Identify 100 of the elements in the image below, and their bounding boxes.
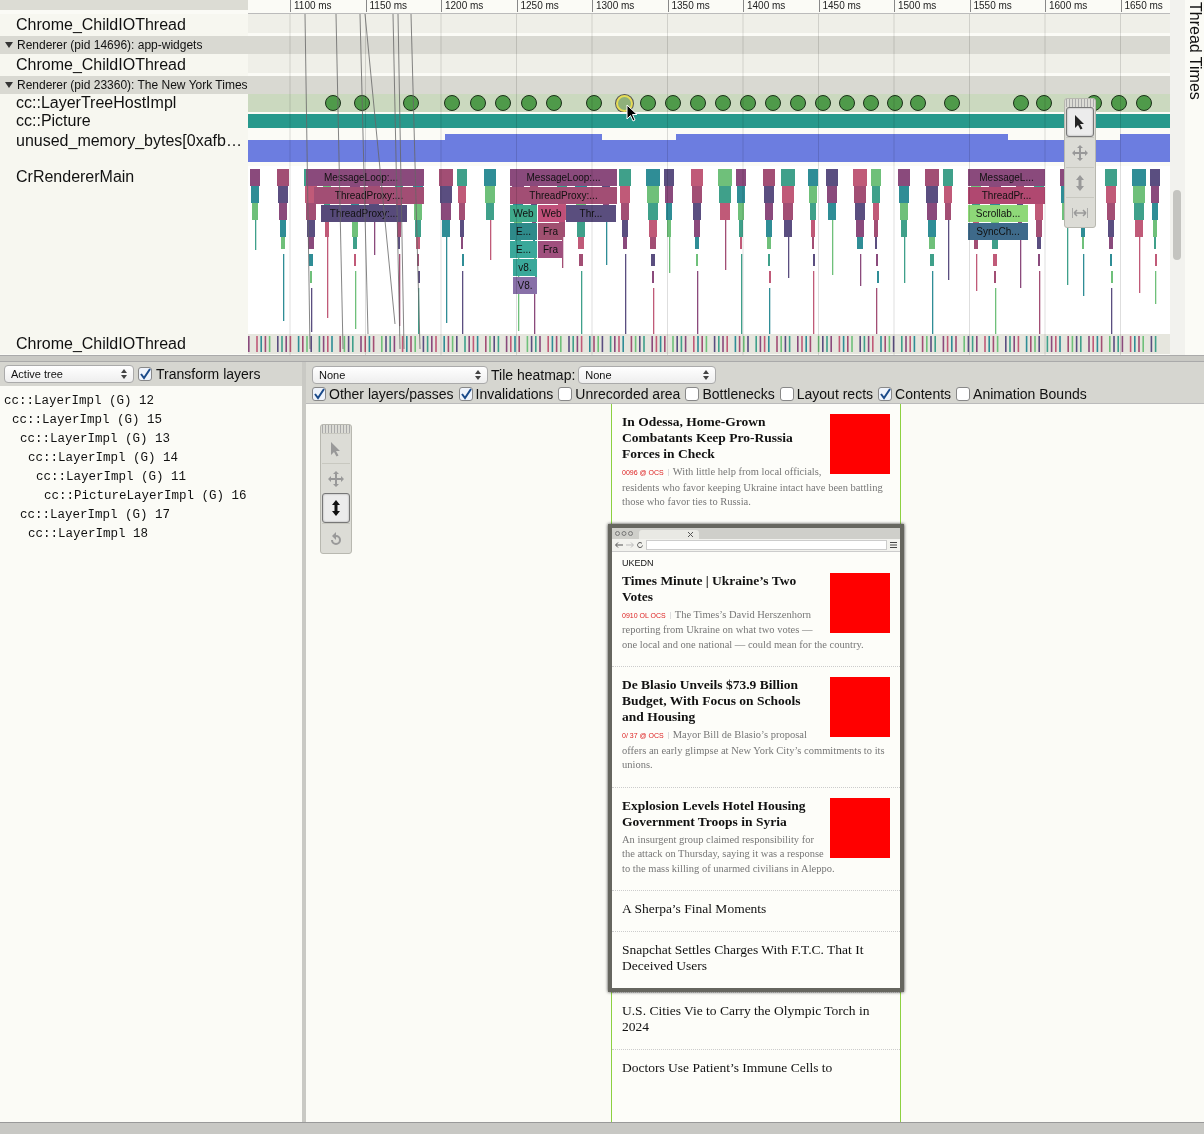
checkbox[interactable]: [312, 386, 326, 401]
event-marker[interactable]: [910, 95, 926, 111]
trace-slice[interactable]: E...: [510, 241, 537, 258]
layer-tree-item[interactable]: cc::LayerImpl (G) 13: [20, 432, 171, 446]
trace-slice[interactable]: V8.: [513, 277, 537, 294]
story-headline[interactable]: U.S. Cities Vie to Carry the Olympic Torch in 2024: [622, 1003, 890, 1035]
checkbox[interactable]: [956, 386, 971, 401]
event-marker[interactable]: [546, 95, 562, 111]
close-icon[interactable]: [688, 531, 693, 537]
track-label: Chrome_ChildIOThread: [16, 16, 186, 34]
story-headline[interactable]: Doctors Use Patient’s Immune Cells to: [622, 1060, 890, 1076]
track-label: cc::LayerTreeHostImpl: [16, 94, 177, 112]
expand-triangle-icon[interactable]: [5, 81, 13, 89]
tick-label: 1200 ms: [441, 0, 484, 12]
event-marker[interactable]: [815, 95, 831, 111]
trace-slice[interactable]: ThreadProxy:...: [314, 187, 424, 204]
checkbox-label: Contents: [895, 385, 952, 402]
checkbox-label: Bottlenecks: [702, 385, 775, 402]
layer-tree-item[interactable]: cc::LayerImpl (G) 17: [20, 508, 171, 522]
checkbox[interactable]: [878, 386, 893, 401]
checkbox[interactable]: [558, 386, 573, 401]
trace-slice[interactable]: Scrollab...: [968, 205, 1028, 222]
event-marker[interactable]: [444, 95, 460, 111]
trace-slice[interactable]: ThreadProxy:...: [510, 187, 617, 204]
event-marker[interactable]: [470, 95, 486, 111]
event-marker[interactable]: [715, 95, 731, 111]
layer-tree-item[interactable]: cc::LayerImpl (G) 12: [4, 394, 155, 408]
zoom-tool-button[interactable]: [322, 493, 350, 523]
tick-label: 1300 ms: [592, 0, 635, 12]
event-marker[interactable]: [665, 95, 681, 111]
event-marker[interactable]: [495, 95, 511, 111]
event-marker[interactable]: [521, 95, 537, 111]
menu-icon[interactable]: [890, 541, 897, 548]
tick-label: 1650 ms: [1120, 0, 1163, 12]
checkbox[interactable]: [779, 386, 794, 401]
event-marker[interactable]: [690, 95, 706, 111]
event-marker[interactable]: [586, 95, 602, 111]
event-marker[interactable]: [1036, 95, 1052, 111]
story-headline[interactable]: De Blasio Unveils $73.9 Billion Budget, With Focus on Schools and Housing: [622, 677, 890, 725]
layer-tree-item[interactable]: cc::LayerImpl (G) 15: [12, 413, 163, 427]
side-panel-label[interactable]: Thread Times: [1185, 2, 1204, 100]
event-marker[interactable]: [887, 95, 903, 111]
tree-select[interactable]: Active tree: [4, 365, 134, 383]
heatmap-select[interactable]: None: [578, 365, 717, 384]
palette-grip[interactable]: [1066, 99, 1094, 107]
tick-label: 1600 ms: [1045, 0, 1088, 12]
event-marker[interactable]: [944, 95, 960, 111]
section-label: UKEDN: [621, 557, 654, 569]
palette-grip[interactable]: [322, 425, 350, 433]
tick-label: 1400 ms: [743, 0, 786, 12]
tick-label: 1350 ms: [667, 0, 710, 12]
story-headline[interactable]: In Odessa, Home-Grown Combatants Keep Pro-Russia Forces in Check: [622, 414, 890, 462]
reload-icon[interactable]: [637, 541, 643, 548]
back-icon[interactable]: [615, 541, 623, 548]
move-arrows-icon: [328, 470, 344, 487]
event-marker[interactable]: [1136, 95, 1152, 111]
trace-slice[interactable]: Web: [538, 205, 565, 222]
story-headline[interactable]: A Sherpa’s Final Moments: [622, 901, 890, 917]
checkbox[interactable]: [458, 386, 473, 401]
expand-triangle-icon[interactable]: [5, 41, 13, 49]
overlay-select[interactable]: None: [312, 365, 488, 384]
process-label: Renderer (pid 23360): The New York Times: [17, 78, 248, 92]
checkbox[interactable]: [138, 367, 152, 381]
track-label: Chrome_ChildIOThread: [16, 335, 186, 353]
checkbox-label: Layout rects: [796, 385, 874, 402]
layer-tree-item[interactable]: cc::LayerImpl (G) 14: [28, 451, 179, 465]
horizontal-scrollbar[interactable]: [0, 1122, 1204, 1134]
story-headline[interactable]: Explosion Levels Hotel Housing Government Troops in Syria: [622, 797, 890, 830]
trace-slice[interactable]: Fra: [538, 241, 563, 258]
checkbox-label: Other layers/passes: [329, 385, 454, 402]
event-marker[interactable]: [1111, 95, 1127, 111]
tick-label: 1150 ms: [365, 0, 408, 12]
layer-tree-item[interactable]: cc::PictureLayerImpl (G) 16: [44, 489, 247, 503]
story-headline[interactable]: Snapchat Settles Charges With F.T.C. That It Deceived Users: [622, 942, 890, 974]
event-marker[interactable]: [839, 95, 855, 111]
track-label: unused_memory_bytes[0xafb…: [16, 132, 242, 150]
address-field[interactable]: [646, 539, 887, 550]
layer-tree-item[interactable]: cc::LayerImpl (G) 11: [36, 470, 187, 484]
checkbox[interactable]: [685, 386, 700, 401]
track-label: CrRendererMain: [16, 168, 135, 186]
track-label: Chrome_ChildIOThread: [16, 56, 186, 74]
event-marker[interactable]: [790, 95, 806, 111]
event-marker[interactable]: [740, 95, 756, 111]
event-marker[interactable]: [1013, 95, 1029, 111]
trace-slice[interactable]: ThreadPr...: [968, 187, 1045, 204]
event-marker[interactable]: [863, 95, 879, 111]
trace-slice[interactable]: v8.: [513, 259, 537, 276]
trace-slice[interactable]: E...: [510, 223, 537, 240]
event-marker[interactable]: [765, 95, 781, 111]
story-headline[interactable]: Times Minute | Ukraine’s Two Votes: [622, 572, 890, 605]
event-marker[interactable]: [640, 95, 656, 111]
process-label: Renderer (pid 14696): app-widgets: [17, 38, 203, 52]
trace-slice[interactable]: Web: [510, 205, 537, 222]
select-tool-button[interactable]: [1066, 107, 1094, 137]
rotate-icon: [328, 530, 344, 547]
scroll-thumb[interactable]: [1173, 190, 1181, 260]
tick-label: 1450 ms: [818, 0, 861, 12]
layer-tree-item[interactable]: cc::LayerImpl 18: [28, 527, 149, 541]
vertical-scrollbar[interactable]: [1170, 0, 1185, 355]
track-label: cc::Picture: [16, 112, 91, 130]
